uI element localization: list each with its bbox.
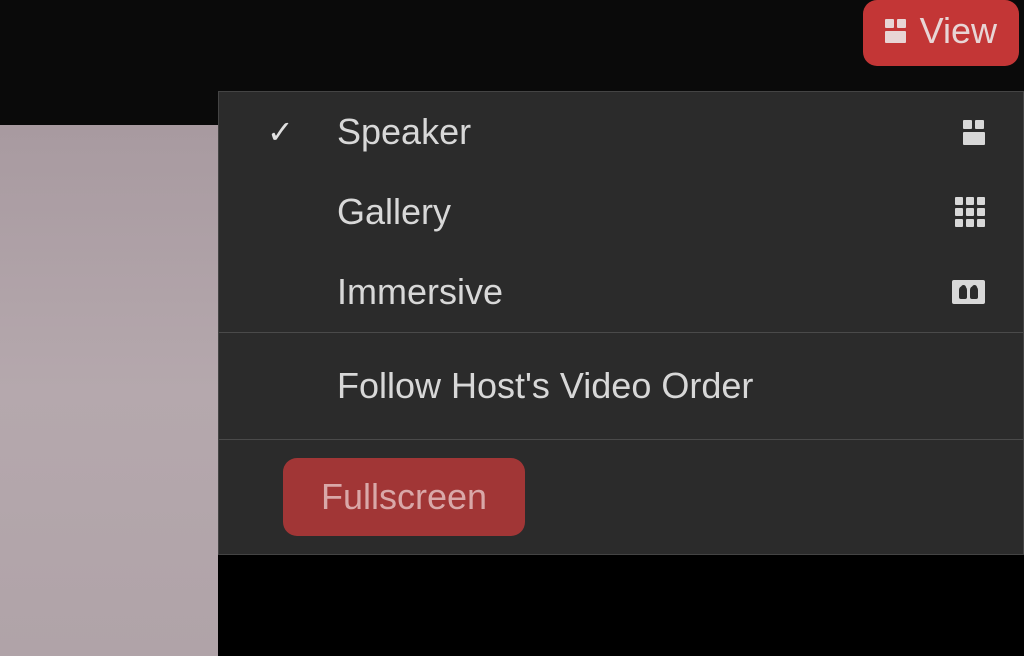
view-menu: ✓ Speaker Gallery Immersive: [218, 91, 1024, 555]
immersive-layout-icon: [952, 280, 985, 304]
menu-item-gallery[interactable]: Gallery: [219, 172, 1023, 252]
fullscreen-section: Fullscreen: [219, 440, 1023, 554]
menu-item-speaker[interactable]: ✓ Speaker: [219, 92, 1023, 172]
gallery-layout-icon: [955, 197, 985, 227]
layout-section: ✓ Speaker Gallery Immersive: [219, 92, 1023, 333]
fullscreen-label: Fullscreen: [321, 476, 487, 517]
order-section: Follow Host's Video Order: [219, 333, 1023, 440]
video-background: [0, 125, 218, 656]
speaker-layout-icon: [963, 120, 985, 145]
view-layout-icon: [885, 19, 906, 43]
menu-item-immersive[interactable]: Immersive: [219, 252, 1023, 332]
fullscreen-button[interactable]: Fullscreen: [283, 458, 525, 536]
check-icon: ✓: [267, 113, 294, 151]
menu-item-label: Immersive: [337, 271, 952, 313]
menu-item-label: Speaker: [337, 111, 963, 153]
view-button[interactable]: View: [863, 0, 1019, 66]
menu-item-follow-host[interactable]: Follow Host's Video Order: [219, 333, 1023, 439]
view-button-label: View: [920, 10, 997, 52]
menu-item-label: Follow Host's Video Order: [337, 365, 993, 407]
menu-item-label: Gallery: [337, 191, 955, 233]
